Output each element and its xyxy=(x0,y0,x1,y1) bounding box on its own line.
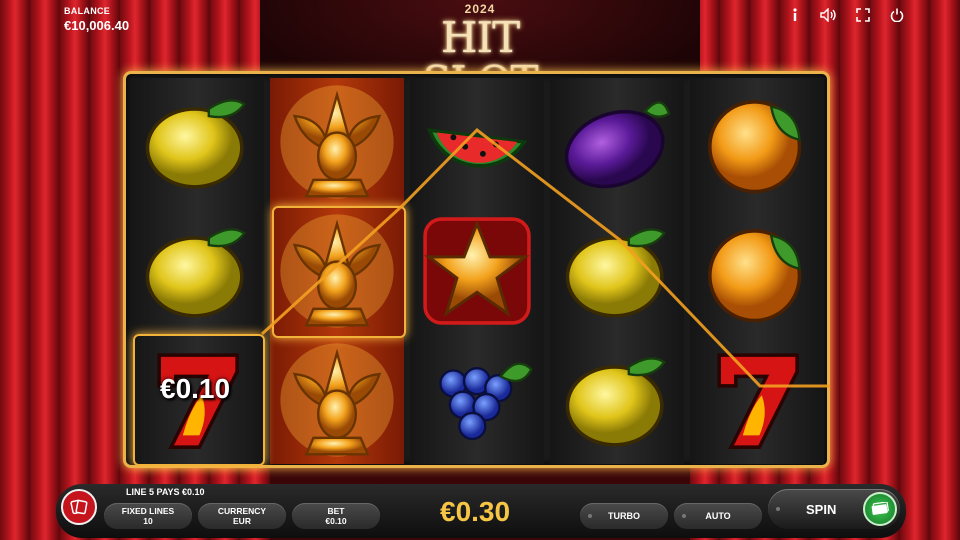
spin-label: SPIN xyxy=(806,502,837,517)
game-logo: 2024 HIT SLOT xyxy=(390,2,570,104)
reel-4 xyxy=(550,78,684,464)
symbol-lemon xyxy=(550,336,684,464)
auto-label: AUTO xyxy=(705,511,731,521)
sound-icon[interactable] xyxy=(818,4,840,26)
info-icon[interactable] xyxy=(784,4,806,26)
cards-icon xyxy=(70,499,88,515)
total-bet-display: €0.30 xyxy=(440,496,511,527)
symbol-seven xyxy=(690,336,824,464)
fullscreen-icon[interactable] xyxy=(852,4,874,26)
bet-label: BET xyxy=(327,506,345,516)
reel-3 xyxy=(410,78,544,464)
fixed-lines-label: FIXED LINES xyxy=(121,506,175,516)
turbo-label: TURBO xyxy=(608,511,640,521)
win-amount-label: €0.10 xyxy=(160,373,231,404)
paytable-button[interactable] xyxy=(61,489,97,525)
symbol-orange xyxy=(690,78,824,206)
symbol-star xyxy=(410,207,544,335)
line-win-info: LINE 5 PAYS €0.10 xyxy=(126,487,205,497)
auto-indicator-icon xyxy=(682,514,686,518)
balance-display: BALANCE €10,006.40 xyxy=(64,6,129,33)
symbol-lemon xyxy=(130,78,264,206)
symbol-plum xyxy=(550,78,684,206)
symbol-jester xyxy=(270,336,404,464)
currency-label: CURRENCY xyxy=(217,506,267,516)
balance-label: BALANCE xyxy=(64,6,111,16)
turbo-toggle[interactable]: TURBO xyxy=(580,503,668,529)
spin-cash-icon[interactable] xyxy=(863,492,897,526)
balance-value: €10,006.40 xyxy=(64,18,130,33)
symbol-lemon xyxy=(130,207,264,335)
currency-display: CURRENCY EUR xyxy=(198,503,286,529)
bet-value: €0.10 xyxy=(325,516,347,526)
fixed-lines-value: 10 xyxy=(143,516,153,526)
symbol-jester xyxy=(270,78,404,206)
currency-value: EUR xyxy=(233,516,251,526)
symbol-grapes xyxy=(410,336,544,464)
reel-5 xyxy=(690,78,824,464)
turbo-indicator-icon xyxy=(588,514,592,518)
power-icon[interactable] xyxy=(886,4,908,26)
symbol-watermelon xyxy=(410,78,544,206)
winning-symbol-frame xyxy=(272,206,406,338)
symbol-orange xyxy=(690,207,824,335)
top-toolbar xyxy=(784,4,908,26)
spin-button[interactable]: SPIN xyxy=(768,489,900,529)
symbol-lemon xyxy=(550,207,684,335)
bet-selector[interactable]: BET €0.10 xyxy=(292,503,380,529)
fixed-lines-display: FIXED LINES 10 xyxy=(104,503,192,529)
auto-toggle[interactable]: AUTO xyxy=(674,503,762,529)
spin-indicator-icon xyxy=(776,507,780,511)
